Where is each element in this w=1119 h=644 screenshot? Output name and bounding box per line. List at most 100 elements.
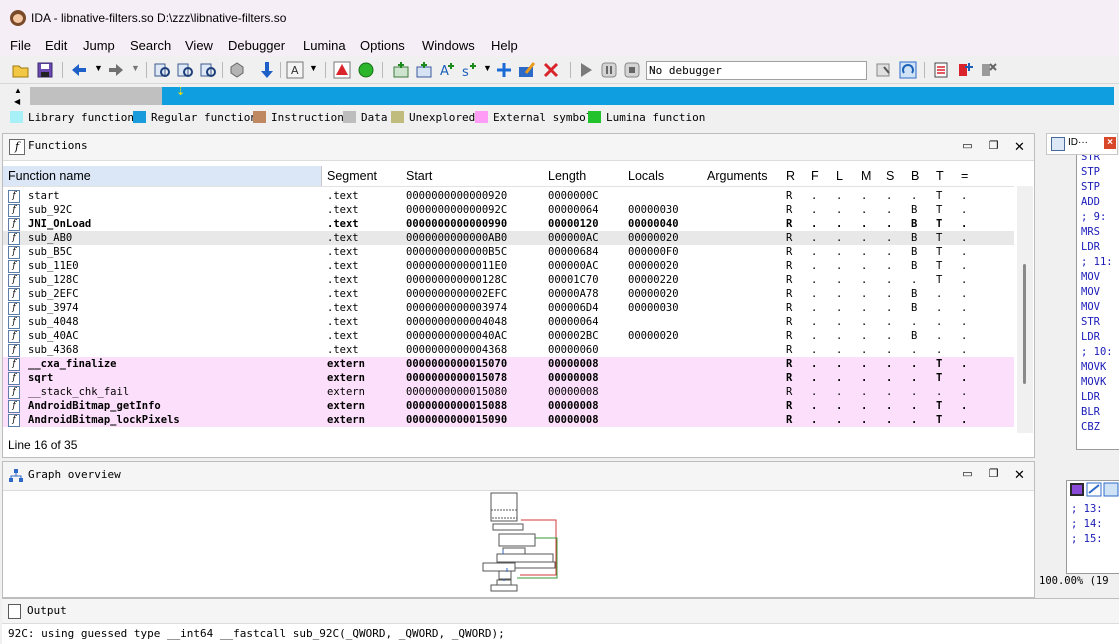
column-length[interactable]: Length [548, 169, 586, 183]
column-t[interactable]: T [936, 169, 944, 183]
make-data-icon[interactable] [415, 61, 433, 79]
flag-cell: . [886, 400, 893, 412]
flag-cell: . [836, 190, 843, 202]
text-format-dropdown-icon[interactable]: ▼ [309, 63, 318, 73]
table-row[interactable]: f JNI_OnLoad .text 0000000000000990 00000120… [3, 217, 1014, 231]
table-row[interactable]: f sub_4368 .text 0000000000004368 00000060 R.… [3, 343, 1014, 357]
menu-help[interactable]: Help [491, 38, 518, 53]
graph-overview-canvas[interactable] [473, 490, 573, 594]
minimize-icon[interactable]: ▭ [961, 140, 974, 153]
open-folder-icon[interactable] [12, 61, 30, 79]
table-row[interactable]: f sqrt extern 0000000000015078 00000008 R....… [3, 371, 1014, 385]
menu-lumina[interactable]: Lumina [303, 38, 346, 53]
jump-down-arrow-icon[interactable] [258, 61, 276, 79]
text-format-icon[interactable]: A [286, 61, 304, 79]
table-row[interactable]: f sub_92C .text 000000000000092C 00000064 000… [3, 203, 1014, 217]
delete-breakpoint-icon[interactable] [979, 61, 997, 79]
table-row[interactable]: f sub_4048 .text 0000000000004048 00000064 R.… [3, 315, 1014, 329]
pause-icon[interactable] [600, 61, 618, 79]
column-function-name[interactable]: Function name [8, 169, 91, 183]
table-row[interactable]: f sub_AB0 .text 0000000000000AB0 000000AC 000… [3, 231, 1014, 245]
table-row[interactable]: f __stack_chk_fail extern 0000000000015080 0… [3, 385, 1014, 399]
column-b[interactable]: B [911, 169, 919, 183]
debugger-select[interactable]: No debugger ⌄ [646, 61, 867, 80]
column-f[interactable]: F [811, 169, 819, 183]
nav-left-arrow-icon[interactable]: ◀ [14, 97, 20, 106]
attach-process-icon[interactable] [899, 61, 917, 79]
flag-cell: . [961, 372, 968, 384]
menu-edit[interactable]: Edit [45, 38, 67, 53]
table-row[interactable]: f sub_128C .text 000000000000128C 00001C70 00… [3, 273, 1014, 287]
debugger-options-icon[interactable] [875, 61, 893, 79]
stop-icon[interactable] [623, 61, 641, 79]
minimize-icon[interactable]: ▭ [961, 468, 974, 481]
column-locals[interactable]: Locals [628, 169, 664, 183]
back-dropdown-icon[interactable]: ▼ [94, 63, 103, 73]
make-code-icon[interactable] [392, 61, 410, 79]
close-icon[interactable]: ✕ [1013, 468, 1026, 481]
make-structure-icon[interactable]: s [461, 61, 479, 79]
table-row[interactable]: f AndroidBitmap_getInfo extern 000000000001… [3, 399, 1014, 413]
close-icon[interactable]: ✕ [1013, 140, 1026, 153]
menu-options[interactable]: Options [360, 38, 405, 53]
table-row[interactable]: f start .text 0000000000000920 0000000C R....… [3, 189, 1014, 203]
undefine-icon[interactable] [542, 61, 560, 79]
flag-cell: . [811, 274, 818, 286]
warning-icon[interactable] [333, 61, 351, 79]
define-icon[interactable] [495, 61, 513, 79]
navigation-band[interactable]: ▲ ◀ ⇣ [8, 84, 1119, 110]
save-icon[interactable] [36, 61, 54, 79]
ida-view-tab[interactable]: ID··· × [1046, 133, 1118, 155]
close-icon[interactable]: × [1104, 137, 1116, 149]
table-row[interactable]: f AndroidBitmap_lockPixels extern 000000000… [3, 413, 1014, 427]
table-row[interactable]: f sub_2EFC .text 0000000000002EFC 00000A78 00… [3, 287, 1014, 301]
immediate-search-icon[interactable] [199, 61, 217, 79]
column-equals[interactable]: = [961, 169, 968, 183]
restore-icon[interactable]: ❐ [987, 140, 1000, 153]
restore-icon[interactable]: ❐ [987, 468, 1000, 481]
flag-cell: . [811, 190, 818, 202]
back-arrow-icon[interactable] [70, 61, 88, 79]
column-s[interactable]: S [886, 169, 894, 183]
menu-debugger[interactable]: Debugger [228, 38, 285, 53]
menu-view[interactable]: View [185, 38, 213, 53]
breakpoint-list-icon[interactable] [933, 61, 951, 79]
disassembly-view[interactable]: STR STP STP ADD ; 9: MRS LDR ; 11: MOV MOV MOV STR L… [1076, 155, 1119, 450]
binary-search-icon[interactable] [153, 61, 171, 79]
make-string-icon[interactable]: A [438, 61, 456, 79]
mini-toolbar [1070, 482, 1119, 497]
edit-function-icon[interactable] [518, 61, 536, 79]
scrollbar-thumb[interactable] [1023, 264, 1026, 384]
functions-scrollbar[interactable] [1017, 186, 1033, 433]
table-row[interactable]: f sub_40AC .text 00000000000040AC 000002BC 00… [3, 329, 1014, 343]
text-search-icon[interactable] [176, 61, 194, 79]
column-r[interactable]: R [786, 169, 795, 183]
length-cell: 00000A78 [548, 288, 599, 300]
table-row[interactable]: f sub_11E0 .text 00000000000011E0 000000AC 00… [3, 259, 1014, 273]
forward-dropdown-icon[interactable]: ▼ [131, 63, 140, 73]
menu-windows[interactable]: Windows [422, 38, 475, 53]
column-l[interactable]: L [836, 169, 843, 183]
menu-jump[interactable]: Jump [83, 38, 115, 53]
table-row[interactable]: f sub_B5C .text 0000000000000B5C 00000684 000… [3, 245, 1014, 259]
add-breakpoint-icon[interactable] [956, 61, 974, 79]
forward-arrow-icon[interactable] [107, 61, 125, 79]
menu-file[interactable]: File [10, 38, 31, 53]
ida-app-icon [10, 10, 26, 26]
flag-cell: . [936, 330, 943, 342]
patch-icon[interactable] [228, 61, 246, 79]
menu-search[interactable]: Search [130, 38, 171, 53]
run-script-icon[interactable] [357, 61, 375, 79]
table-row[interactable]: f __cxa_finalize extern 0000000000015070 000… [3, 357, 1014, 371]
column-segment[interactable]: Segment [327, 169, 377, 183]
make-structure-dropdown-icon[interactable]: ▼ [483, 63, 492, 73]
column-m[interactable]: M [861, 169, 871, 183]
column-start[interactable]: Start [406, 169, 432, 183]
pseudocode-view[interactable]: ; 13: ; 14: ; 15: [1066, 480, 1119, 574]
start-debug-icon[interactable] [577, 61, 595, 79]
table-row[interactable]: f sub_3974 .text 0000000000003974 000006D4 00… [3, 301, 1014, 315]
length-cell: 00000684 [548, 246, 599, 258]
start-address-cell: 0000000000000920 [406, 190, 508, 202]
nav-up-arrow-icon[interactable]: ▲ [14, 86, 22, 95]
column-arguments[interactable]: Arguments [707, 169, 767, 183]
